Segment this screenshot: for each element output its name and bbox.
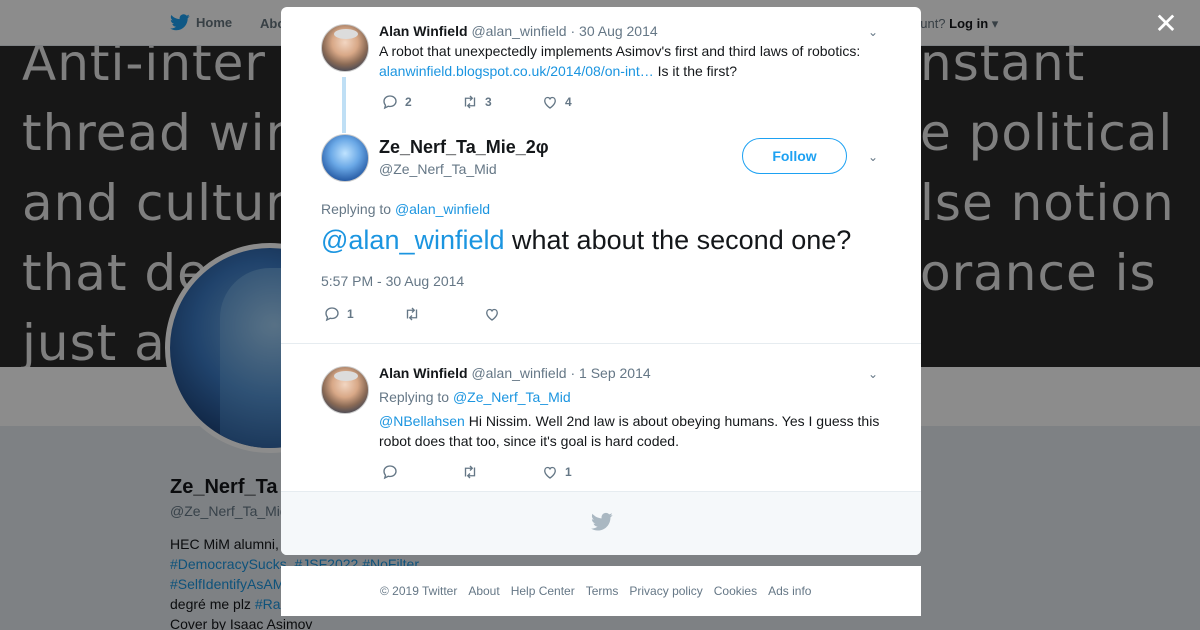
tweet-text: @NBellahsen Hi Nissim. Well 2nd law is a… <box>379 411 899 451</box>
retweet-icon <box>464 465 476 479</box>
reply-button[interactable] <box>381 463 461 481</box>
author-name[interactable]: Alan Winfield <box>379 23 468 39</box>
footer-link-help-center[interactable]: Help Center <box>511 584 575 598</box>
reply-count: 1 <box>347 307 354 321</box>
replying-prefix: Replying to <box>379 389 453 405</box>
tweet-link[interactable]: alanwinfield.blogspot.co.uk/2014/08/on-i… <box>379 63 654 79</box>
tweet-body: Hi Nissim. Well 2nd law is about obeying… <box>464 413 880 429</box>
site-footer: © 2019 Twitter About Help Center Terms P… <box>281 566 921 616</box>
like-button[interactable]: 4 <box>541 93 621 111</box>
retweet-button[interactable] <box>403 305 483 323</box>
reply-button[interactable]: 2 <box>381 93 461 111</box>
tweet-text-line: A robot that unexpectedly implements Asi… <box>379 43 861 59</box>
like-count: 4 <box>565 95 572 109</box>
heart-icon <box>544 96 556 109</box>
footer-copyright: © 2019 Twitter <box>380 584 458 598</box>
author-handle[interactable]: @Ze_Nerf_Ta_Mid <box>379 161 497 177</box>
reply-count: 2 <box>405 95 412 109</box>
modal-footer <box>281 491 921 555</box>
tweet-date[interactable]: · 30 Aug 2014 <box>570 23 657 39</box>
tweet-text-line: robot does that too, since it's goal is … <box>379 433 679 449</box>
replying-to: Replying to @Ze_Nerf_Ta_Mid <box>379 387 899 407</box>
chevron-down-icon[interactable]: ⌄ <box>866 25 880 39</box>
author-handle[interactable]: @alan_winfield <box>471 23 566 39</box>
tweet-actions: 2 3 4 <box>381 93 621 111</box>
footer-link-about[interactable]: About <box>468 584 499 598</box>
retweet-button[interactable] <box>461 463 541 481</box>
twitter-bird-icon <box>591 512 613 531</box>
author-handle[interactable]: @alan_winfield <box>471 365 566 381</box>
tweet-text: @alan_winfield what about the second one… <box>321 225 851 256</box>
retweet-icon <box>464 95 476 109</box>
tweet-text-tail: Is it the first? <box>653 63 737 79</box>
retweet-button[interactable]: 3 <box>461 93 541 111</box>
retweet-count: 3 <box>485 95 492 109</box>
replying-handle[interactable]: @Ze_Nerf_Ta_Mid <box>453 389 571 405</box>
chevron-down-icon[interactable]: ⌄ <box>866 367 880 381</box>
tweet-header: Alan Winfield @alan_winfield · 30 Aug 20… <box>379 23 658 39</box>
author-name[interactable]: Alan Winfield <box>379 365 468 381</box>
avatar[interactable] <box>321 366 369 414</box>
tweet-permalink-modal: Alan Winfield @alan_winfield · 30 Aug 20… <box>281 7 921 555</box>
avatar[interactable] <box>321 134 369 182</box>
reply-icon <box>325 307 339 322</box>
follow-button[interactable]: Follow <box>742 138 847 174</box>
tweet-text: A robot that unexpectedly implements Asi… <box>379 41 879 81</box>
like-button[interactable]: 1 <box>541 463 621 481</box>
heart-icon <box>486 308 498 321</box>
reply-button[interactable]: 1 <box>323 305 403 323</box>
mention-link[interactable]: @NBellahsen <box>379 413 465 429</box>
chevron-down-icon[interactable]: ⌄ <box>866 150 880 164</box>
mention-link[interactable]: @alan_winfield <box>321 225 505 255</box>
close-icon[interactable]: ✕ <box>1153 10 1179 38</box>
retweet-icon <box>406 307 418 321</box>
replying-to: Replying to @alan_winfield <box>321 201 490 217</box>
parent-tweet[interactable]: Alan Winfield @alan_winfield · 30 Aug 20… <box>281 7 921 133</box>
reply-icon <box>383 465 397 480</box>
replying-prefix: Replying to <box>321 201 395 217</box>
reply-icon <box>383 95 397 110</box>
tweet-date[interactable]: · 1 Sep 2014 <box>570 365 650 381</box>
footer-link-privacy[interactable]: Privacy policy <box>629 584 702 598</box>
footer-link-cookies[interactable]: Cookies <box>714 584 757 598</box>
replying-handle[interactable]: @alan_winfield <box>395 201 490 217</box>
like-count: 1 <box>565 465 572 479</box>
tweet-text-line: alanwinfield.blogspot.co.uk/2014/08/on-i… <box>379 61 879 81</box>
heart-icon <box>544 466 556 479</box>
thread-connector <box>342 77 346 133</box>
tweet-text-line: @NBellahsen Hi Nissim. Well 2nd law is a… <box>379 411 899 431</box>
tweet-header: Alan Winfield @alan_winfield · 1 Sep 201… <box>379 365 651 381</box>
avatar[interactable] <box>321 24 369 72</box>
like-button[interactable] <box>483 305 563 323</box>
divider <box>281 343 921 344</box>
footer-link-terms[interactable]: Terms <box>586 584 619 598</box>
tweet-body: what about the second one? <box>504 225 852 255</box>
footer-links: © 2019 Twitter About Help Center Terms P… <box>380 584 811 598</box>
footer-link-ads-info[interactable]: Ads info <box>768 584 811 598</box>
tweet-actions: 1 <box>323 305 563 323</box>
tweet-timestamp[interactable]: 5:57 PM - 30 Aug 2014 <box>321 273 464 289</box>
author-name[interactable]: Ze_Nerf_Ta_Mie_2φ <box>379 137 549 158</box>
tweet-actions: 1 <box>381 463 621 481</box>
